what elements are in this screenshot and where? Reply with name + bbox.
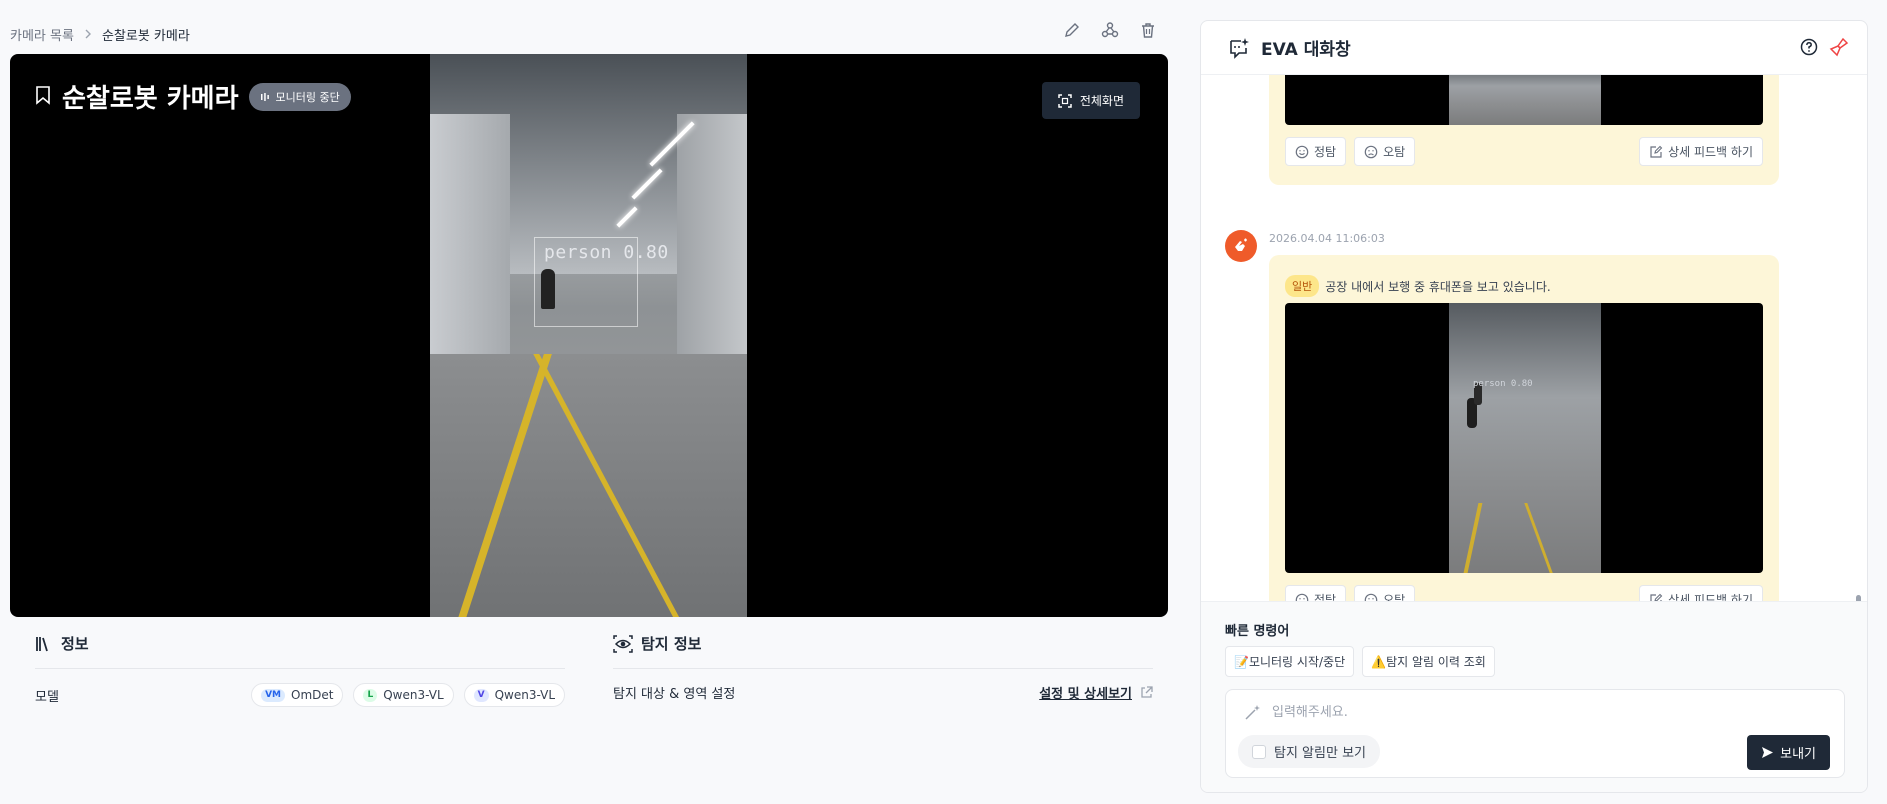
feedback-row: 정탐 오탐 상세 피드백 하기 [1285, 585, 1763, 601]
wrong-button[interactable]: 오탐 [1354, 137, 1416, 166]
help-icon[interactable] [1799, 37, 1819, 61]
breadcrumb: 카메라 목록 순찰로봇 카메라 [10, 22, 1168, 46]
message-thumbnail[interactable]: person 0.80 [1285, 303, 1763, 573]
info-title: 정보 [61, 635, 89, 653]
quick-command-alert-history[interactable]: ⚠️탐지 알림 이력 조회 [1362, 646, 1495, 677]
thumbnail-detection-label: person 0.80 [1473, 379, 1533, 389]
detection-target-label: 탐지 대상 & 영역 설정 [613, 687, 736, 702]
model-mark: L [363, 688, 378, 702]
camera-header: 순찰로봇 카메라 모니터링 중단 [34, 78, 351, 115]
message-timestamp: 2026.04.04 11:06:03 [1269, 232, 1385, 245]
quick-commands-title: 빠른 명령어 [1225, 624, 1290, 639]
feedback-row: 정탐 오탐 상세 피드백 하기 [1285, 137, 1763, 166]
model-chip: V Qwen3-VL [463, 683, 565, 707]
chat-composer: 빠른 명령어 📝모니터링 시작/중단 ⚠️탐지 알림 이력 조회 탐지 알림만 … [1201, 601, 1867, 792]
chat-header-actions [1799, 37, 1849, 61]
alerts-only-label: 탐지 알림만 보기 [1274, 746, 1366, 761]
model-name: Qwen3-VL [383, 688, 444, 702]
library-icon [36, 636, 48, 651]
chat-header: EVA 대화창 [1201, 21, 1867, 75]
chat-sparkle-icon [1230, 37, 1249, 59]
settings-detail-label: 설정 및 상세보기 [1039, 687, 1132, 702]
detection-header: 탐지 정보 [613, 633, 1153, 669]
detail-feedback-button[interactable]: 상세 피드백 하기 [1639, 585, 1763, 601]
chat-title: EVA 대화창 [1261, 40, 1351, 60]
detail-feedback-button[interactable]: 상세 피드백 하기 [1639, 137, 1763, 166]
send-label: 보내기 [1780, 747, 1816, 762]
clear-brush-icon[interactable] [1829, 37, 1849, 61]
chat-message: 일반 공장 내에서 보행 중 휴대폰을 보고 있습니다. person 0.80… [1269, 255, 1779, 601]
alerts-only-checkbox[interactable] [1252, 744, 1266, 759]
info-header: 정보 [35, 633, 565, 669]
message-thumbnail[interactable] [1285, 75, 1763, 125]
model-label: 모델 [35, 689, 59, 705]
breadcrumb-current: 순찰로봇 카메라 [101, 28, 190, 44]
model-mark: VM [261, 688, 285, 702]
model-name: OmDet [291, 688, 334, 702]
detection-label: person 0.80 [544, 242, 669, 263]
send-icon [1762, 747, 1774, 758]
correct-button[interactable]: 정탐 [1285, 137, 1347, 166]
message-text-row: 일반 공장 내에서 보행 중 휴대폰을 보고 있습니다. [1285, 275, 1551, 297]
eye-scan-icon [613, 634, 633, 653]
model-name: Qwen3-VL [494, 688, 555, 702]
monitoring-status-badge[interactable]: 모니터링 중단 [248, 82, 351, 111]
robot-hand-icon [1235, 238, 1247, 251]
fullscreen-icon [1058, 93, 1072, 108]
model-row: 모델 VM OmDet L Qwen3-VL V Qwen3-VL [35, 669, 565, 707]
feedback-edit-icon [1650, 145, 1663, 158]
model-chip: L Qwen3-VL [353, 683, 454, 707]
chat-message: 정탐 오탐 상세 피드백 하기 [1269, 75, 1779, 185]
chevron-right-icon [84, 29, 92, 39]
correct-label: 정탐 [1314, 145, 1337, 159]
message-input-box: 탐지 알림만 보기 보내기 [1225, 689, 1845, 778]
frown-icon [1364, 593, 1378, 601]
message-input[interactable] [1272, 702, 1792, 722]
camera-feed-image: person 0.80 [430, 54, 747, 617]
magic-wand-icon [1245, 705, 1260, 720]
camera-detail-panel: 카메라 목록 순찰로봇 카메라 person 0.80 순찰로봇 카메라 모니터… [10, 0, 1168, 804]
camera-actions [1062, 20, 1158, 40]
webhook-icon[interactable] [1100, 20, 1120, 40]
model-mark: V [473, 688, 489, 702]
detection-panel: 탐지 정보 탐지 대상 & 영역 설정 설정 및 상세보기 [613, 633, 1153, 702]
external-link-icon [1141, 686, 1153, 698]
detection-title: 탐지 정보 [641, 635, 702, 653]
camera-video-player[interactable]: person 0.80 순찰로봇 카메라 모니터링 중단 전체화면 [10, 54, 1168, 617]
detection-target-row: 탐지 대상 & 영역 설정 설정 및 상세보기 [613, 669, 1153, 702]
trash-icon[interactable] [1138, 20, 1158, 40]
frown-icon [1364, 145, 1378, 158]
pause-bars-icon [260, 92, 269, 101]
bookmark-icon[interactable] [34, 85, 52, 109]
chat-messages[interactable]: 정탐 오탐 상세 피드백 하기 2026.04.04 11:06:03 일반 공… [1201, 75, 1867, 601]
wrong-label: 오탐 [1383, 593, 1406, 601]
model-chip: VM OmDet [251, 683, 344, 707]
message-text: 공장 내에서 보행 중 휴대폰을 보고 있습니다. [1325, 279, 1551, 294]
fullscreen-button[interactable]: 전체화면 [1041, 82, 1140, 119]
wrong-label: 오탐 [1383, 145, 1406, 159]
send-button[interactable]: 보내기 [1747, 735, 1830, 770]
alerts-only-toggle[interactable]: 탐지 알림만 보기 [1238, 735, 1380, 768]
chat-panel: EVA 대화창 정탐 오탐 상세 피드백 하기 2026.04.04 11:06… [1200, 20, 1868, 793]
smile-icon [1295, 145, 1309, 158]
smile-icon [1295, 593, 1309, 601]
wrong-button[interactable]: 오탐 [1354, 585, 1416, 601]
feedback-edit-icon [1650, 593, 1663, 601]
camera-title: 순찰로봇 카메라 [62, 84, 239, 114]
correct-label: 정탐 [1314, 593, 1337, 601]
fullscreen-label: 전체화면 [1079, 94, 1124, 108]
info-panel: 정보 모델 VM OmDet L Qwen3-VL V Qwen3-VL [35, 633, 565, 707]
message-tag: 일반 [1285, 275, 1320, 297]
detail-feedback-label: 상세 피드백 하기 [1668, 145, 1753, 159]
correct-button[interactable]: 정탐 [1285, 585, 1347, 601]
detail-feedback-label: 상세 피드백 하기 [1668, 593, 1753, 601]
monitoring-status-label: 모니터링 중단 [275, 90, 340, 104]
edit-icon[interactable] [1062, 20, 1082, 40]
breadcrumb-parent[interactable]: 카메라 목록 [10, 25, 74, 44]
settings-detail-link[interactable]: 설정 및 상세보기 [1039, 683, 1153, 702]
quick-commands: 📝모니터링 시작/중단 ⚠️탐지 알림 이력 조회 [1225, 646, 1495, 677]
model-chips: VM OmDet L Qwen3-VL V Qwen3-VL [251, 683, 565, 707]
bot-avatar [1225, 230, 1257, 262]
quick-command-monitoring[interactable]: 📝모니터링 시작/중단 [1225, 646, 1355, 677]
